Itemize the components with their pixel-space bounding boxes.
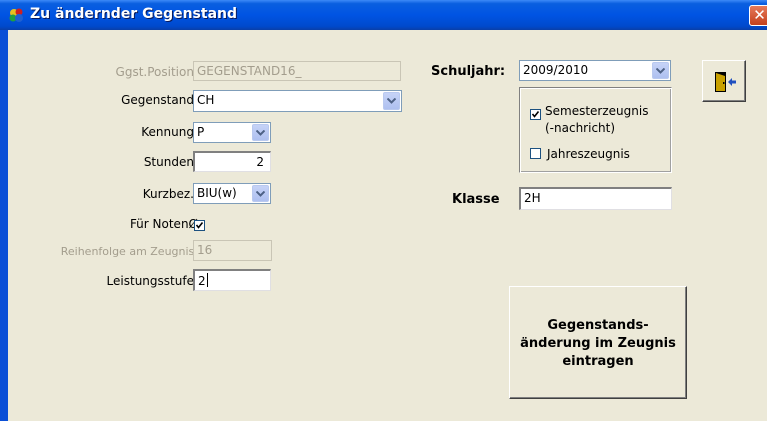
window-frame <box>0 30 8 421</box>
window-title: Zu ändernder Gegenstand <box>30 6 238 22</box>
semester-checkbox[interactable] <box>530 109 541 120</box>
kurzbez-select[interactable]: BIU(w) <box>193 183 271 204</box>
title-bar[interactable]: Zu ändernder Gegenstand ✕ <box>0 0 767 30</box>
schuljahr-label: Schuljahr: <box>431 64 506 79</box>
klasse-input[interactable]: 2H <box>519 187 672 210</box>
reihenfolge-field: 16 <box>193 240 272 261</box>
schuljahr-select[interactable]: 2009/2010 <box>519 60 671 81</box>
dialog-window: Zu ändernder Gegenstand ✕ Ggst.Position:… <box>0 0 767 421</box>
exit-button[interactable] <box>702 60 746 102</box>
semester-label-line2: (-nachricht) <box>545 121 616 135</box>
jahres-label: Jahreszeugnis <box>547 147 630 161</box>
close-button[interactable]: ✕ <box>749 5 767 26</box>
leistungsstufe-value: 2 <box>198 274 206 288</box>
schuljahr-value: 2009/2010 <box>523 63 589 77</box>
chevron-down-icon[interactable] <box>652 62 669 79</box>
stunden-input[interactable]: 2 <box>193 151 271 172</box>
kennung-label: Kennung: <box>141 125 198 139</box>
chevron-down-icon[interactable] <box>252 124 269 141</box>
kennung-value: P <box>197 125 205 139</box>
save-change-label: Gegenstands- änderung im Zeugnis eintrag… <box>520 318 676 369</box>
kurzbez-label: Kurzbez.: <box>142 187 198 201</box>
klasse-label: Klasse <box>452 192 500 207</box>
reihenfolge-label: Reihenfolge am Zeugnis: <box>60 245 198 258</box>
save-change-button[interactable]: Gegenstands- änderung im Zeugnis eintrag… <box>509 286 687 399</box>
position-field: GEGENSTAND16_ <box>193 61 401 81</box>
checkmark-icon <box>195 222 204 229</box>
kurzbez-value: BIU(w) <box>197 186 237 200</box>
stunden-label: Stunden: <box>143 155 198 169</box>
position-label: Ggst.Position: <box>115 65 198 79</box>
gegenstand-value: CH <box>197 93 215 107</box>
semester-label-line1: Semesterzeugnis <box>545 104 649 118</box>
checkmark-icon <box>531 111 540 118</box>
leistungsstufe-input[interactable]: 2 <box>193 269 271 291</box>
noten-label: Für NotenØ <box>129 217 198 231</box>
app-icon <box>9 8 23 22</box>
text-cursor <box>206 273 208 287</box>
leistungsstufe-label: Leistungsstufe: <box>106 274 198 288</box>
jahres-checkbox[interactable] <box>530 148 541 159</box>
kennung-select[interactable]: P <box>193 122 271 143</box>
exit-door-icon <box>715 72 736 92</box>
gegenstand-label: Gegenstand: <box>121 93 198 107</box>
noten-checkbox[interactable] <box>194 220 205 231</box>
gegenstand-select[interactable]: CH <box>193 90 402 112</box>
chevron-down-icon[interactable] <box>252 185 269 202</box>
dialog-client-area: Ggst.Position: GEGENSTAND16_ Gegenstand:… <box>8 30 767 421</box>
chevron-down-icon[interactable] <box>383 92 400 110</box>
